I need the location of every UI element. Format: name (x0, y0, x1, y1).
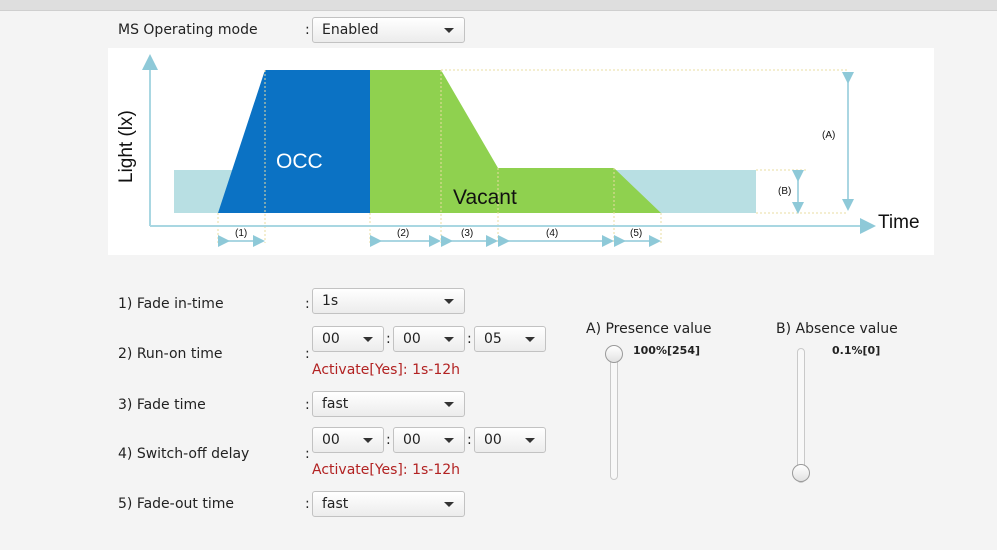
run-on-minutes-select[interactable]: 00 (393, 326, 465, 352)
run-on-minutes-value: 00 (403, 331, 421, 347)
switch-off-seconds-select[interactable]: 00 (474, 427, 546, 453)
presence-slider-track[interactable] (610, 346, 618, 480)
occ-label: OCC (276, 150, 323, 173)
chevron-down-icon (363, 337, 373, 342)
absence-slider-thumb[interactable] (792, 464, 810, 482)
fade-time-select[interactable]: fast (312, 391, 465, 417)
occ-area (218, 70, 370, 213)
level-b-label: (B) (778, 186, 791, 197)
run-on-hint: Activate[Yes]: 1s-12h (312, 362, 461, 378)
time-separator: : (467, 432, 472, 448)
switch-off-minutes-value: 00 (403, 432, 421, 448)
presence-value-title: A) Presence value (586, 321, 712, 337)
chevron-down-icon (444, 402, 454, 407)
light-level-diagram: Light (lx) Time OCC Vacant (A) (B) (1) (… (108, 48, 934, 255)
x-axis-label: Time (878, 212, 920, 233)
switch-off-hours-value: 00 (322, 432, 340, 448)
segment-label: (2) (397, 228, 409, 239)
operating-mode-colon: : (305, 22, 310, 38)
fade-in-colon: : (305, 296, 310, 312)
chevron-down-icon (525, 337, 535, 342)
chevron-down-icon (444, 28, 454, 33)
run-on-label: 2) Run-on time (118, 346, 223, 362)
switch-off-colon: : (305, 446, 310, 462)
chevron-down-icon (444, 337, 454, 342)
run-on-seconds-value: 05 (484, 331, 502, 347)
run-on-hours-select[interactable]: 00 (312, 326, 384, 352)
switch-off-hours-select[interactable]: 00 (312, 427, 384, 453)
segment-label: (4) (546, 228, 558, 239)
switch-off-minutes-select[interactable]: 00 (393, 427, 465, 453)
fade-in-select[interactable]: 1s (312, 288, 465, 314)
segment-label: (3) (461, 228, 473, 239)
switch-off-seconds-value: 00 (484, 432, 502, 448)
operating-mode-select[interactable]: Enabled (312, 17, 465, 43)
chevron-down-icon (525, 438, 535, 443)
switch-off-label: 4) Switch-off delay (118, 446, 250, 462)
fade-in-value: 1s (322, 293, 339, 309)
run-on-colon: : (305, 346, 310, 362)
fade-time-colon: : (305, 397, 310, 413)
vacant-label: Vacant (453, 186, 517, 209)
run-on-seconds-select[interactable]: 05 (474, 326, 546, 352)
segment-label: (5) (630, 228, 642, 239)
segment-label: (1) (235, 228, 247, 239)
level-a-label: (A) (822, 130, 835, 141)
absence-value-title: B) Absence value (776, 321, 898, 337)
operating-mode-label: MS Operating mode (118, 22, 258, 38)
fade-out-select[interactable]: fast (312, 491, 465, 517)
time-separator: : (386, 331, 391, 347)
switch-off-hint: Activate[Yes]: 1s-12h (312, 462, 461, 478)
chevron-down-icon (444, 299, 454, 304)
presence-slider-thumb[interactable] (605, 345, 623, 363)
time-separator: : (386, 432, 391, 448)
presence-value-readout: 100%[254] (633, 344, 700, 357)
top-bar (0, 0, 997, 11)
fade-time-label: 3) Fade time (118, 397, 206, 413)
run-on-hours-value: 00 (322, 331, 340, 347)
chevron-down-icon (363, 438, 373, 443)
fade-in-label: 1) Fade in-time (118, 296, 224, 312)
fade-out-colon: : (305, 496, 310, 512)
time-separator: : (467, 331, 472, 347)
chevron-down-icon (444, 502, 454, 507)
operating-mode-value: Enabled (322, 22, 379, 38)
fade-time-value: fast (322, 396, 349, 412)
fade-out-value: fast (322, 496, 349, 512)
absence-slider-track[interactable] (797, 348, 805, 483)
y-axis-label: Light (lx) (116, 110, 137, 183)
chevron-down-icon (444, 438, 454, 443)
diagram-svg: Light (lx) Time OCC Vacant (A) (B) (1) (… (116, 54, 920, 247)
absence-value-readout: 0.1%[0] (832, 344, 881, 357)
fade-out-label: 5) Fade-out time (118, 496, 234, 512)
